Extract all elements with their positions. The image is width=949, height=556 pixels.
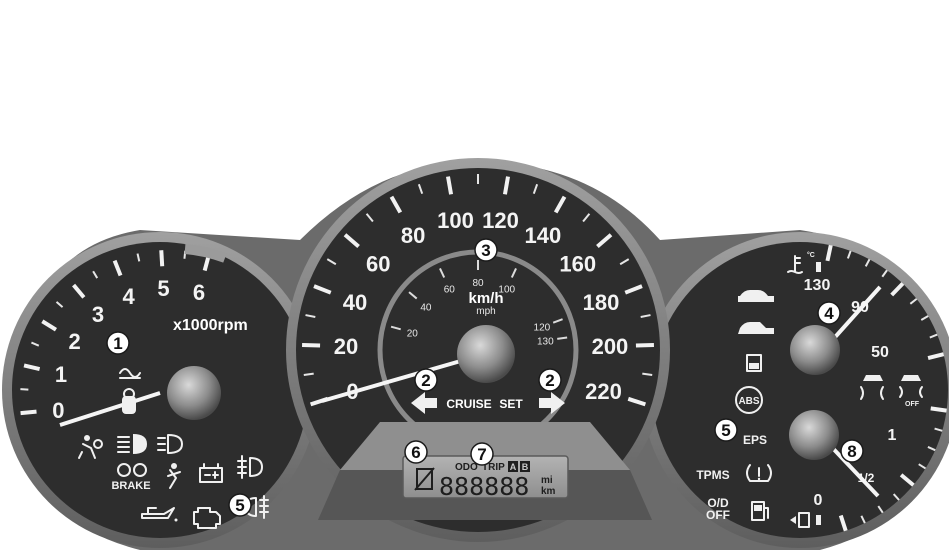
tach-unit-label: x1000rpm (173, 317, 248, 334)
callout-fuel: 8 (840, 439, 864, 463)
speed-major-tick (302, 342, 321, 348)
speed-mph-label: 40 (420, 302, 432, 313)
speed-kmh-label: 160 (559, 252, 596, 277)
callout-speedometer: 3 (474, 238, 498, 262)
speed-kmh-label: 20 (334, 334, 358, 359)
tach-rpm-label: 2 (69, 329, 81, 354)
speed-kmh-label: 140 (525, 223, 562, 248)
fuel-hub (789, 410, 839, 460)
speed-major-tick (635, 342, 654, 348)
speed-kmh-label: 100 (437, 208, 474, 233)
tach-minor-tick (20, 388, 29, 391)
svg-text:5: 5 (721, 421, 730, 440)
esc-off-label: OFF (905, 401, 920, 408)
od-off-label-line2: OFF (706, 508, 730, 522)
speed-mph-label: 20 (407, 328, 419, 339)
callout-left-warn: 5 (228, 493, 252, 517)
brake-label: BRAKE (111, 480, 150, 492)
tpms-label: TPMS (696, 468, 729, 482)
speed-minor-tick (642, 372, 653, 377)
temp-low-label: 50 (871, 344, 889, 361)
trip-a-label: A (510, 462, 517, 472)
fuel-tick (930, 406, 947, 413)
fuel-full-label: 1 (888, 427, 897, 444)
svg-text:3: 3 (481, 241, 490, 260)
callout-right-warn: 5 (714, 418, 738, 442)
mph-label: mph (476, 306, 495, 317)
svg-text:6: 6 (411, 443, 420, 462)
speed-mph-tick (557, 336, 568, 340)
svg-text:4: 4 (824, 304, 834, 323)
callout-tachometer: 1 (106, 331, 130, 355)
tach-major-tick (159, 250, 165, 267)
tach-rpm-label: 5 (157, 276, 169, 301)
tach-rpm-label: 4 (123, 284, 136, 309)
speed-kmh-label: 120 (482, 208, 519, 233)
tach-rpm-label: 0 (52, 398, 64, 423)
temp-fuel-gauge: 130905011/20 (642, 232, 949, 548)
speed-mph-label: 120 (534, 323, 551, 334)
speed-kmh-label: 180 (583, 290, 620, 315)
temp-high-label: 130 (804, 277, 831, 294)
tach-rpm-label: 6 (193, 280, 205, 305)
svg-text:7: 7 (477, 445, 486, 464)
speed-kmh-label: 60 (366, 252, 390, 277)
odometer-digits: 888888 (439, 472, 529, 501)
speed-mph-label: 60 (444, 284, 456, 295)
speed-kmh-label: 40 (343, 290, 367, 315)
callout-lcd-right: 7 (470, 442, 494, 466)
callout-lcd-left: 6 (404, 440, 428, 464)
speed-hub (457, 325, 515, 383)
speed-kmh-label: 80 (401, 223, 425, 248)
temp-unit-label: °C (807, 251, 815, 259)
eps-label: EPS (743, 433, 767, 447)
instrument-cluster-illustration: 0123456 x1000rpm 130905011/20 0204060801… (0, 0, 949, 556)
temp-hub (790, 325, 840, 375)
unit-mi-label: mi (541, 475, 553, 486)
speed-minor-tick (303, 372, 314, 377)
set-label: SET (499, 397, 523, 411)
cluster-svg: 0123456 x1000rpm 130905011/20 0204060801… (2, 158, 949, 550)
svg-text:1: 1 (113, 334, 122, 353)
svg-text:5: 5 (235, 496, 244, 515)
callout-turn-right: 2 (538, 368, 562, 392)
callout-temp: 4 (817, 301, 841, 325)
fuel-empty-label: 0 (814, 492, 823, 509)
speed-kmh-label: 220 (585, 379, 622, 404)
speed-kmh-label: 200 (592, 334, 629, 359)
speed-mph-label: 130 (537, 337, 554, 348)
tach-hub (167, 366, 221, 420)
tach-major-tick (20, 409, 37, 416)
cruise-label: CRUISE (446, 397, 491, 411)
svg-text:2: 2 (545, 371, 554, 390)
lcd-panel: ODO TRIP A B 888888 mi km (318, 422, 652, 520)
callout-turn-left: 2 (414, 368, 438, 392)
tach-rpm-label: 1 (55, 362, 67, 387)
kmh-label: km/h (468, 290, 503, 307)
unit-km-label: km (541, 486, 556, 497)
abs-label: ABS (738, 396, 759, 407)
tach-rpm-label: 3 (92, 302, 104, 327)
trip-b-label: B (522, 462, 529, 472)
tachometer: 01234 5 6 x1000rpm (2, 232, 318, 548)
speed-mph-label: 80 (472, 278, 484, 289)
svg-text:8: 8 (847, 442, 856, 461)
svg-text:2: 2 (421, 371, 430, 390)
